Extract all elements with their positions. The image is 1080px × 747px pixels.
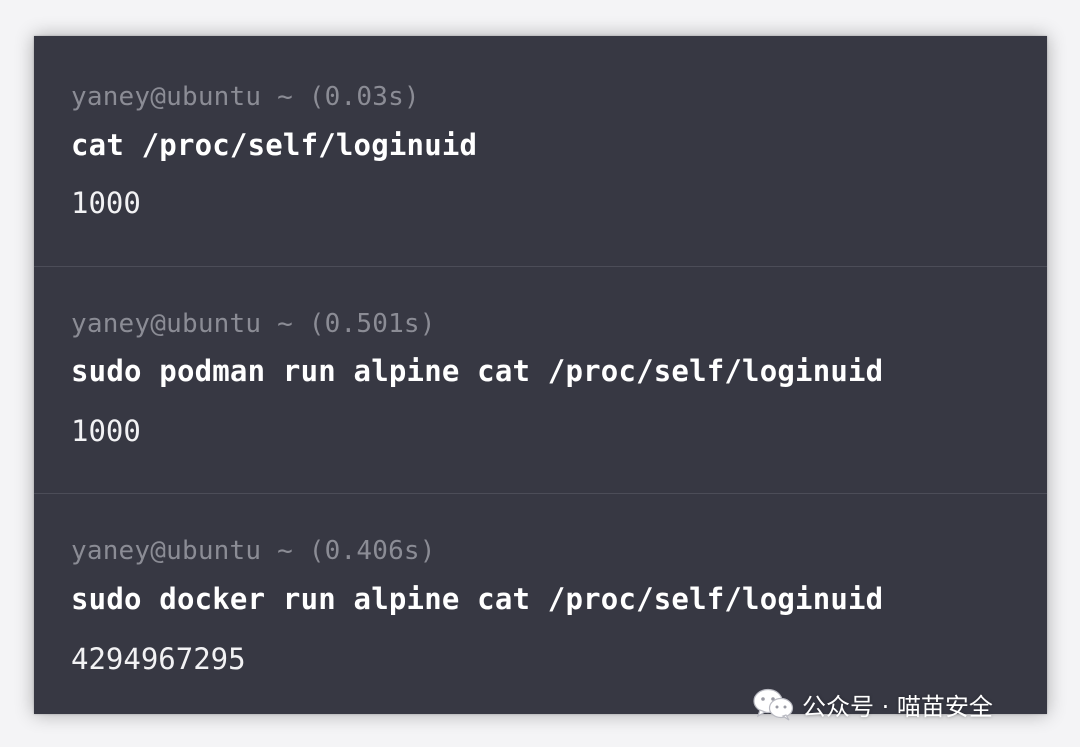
watermark-text: 公众号 · 喵苗安全 bbox=[802, 692, 993, 721]
terminal-block: yaney@ubuntu ~ (0.501s) sudo podman run … bbox=[34, 267, 1047, 494]
wechat-icon bbox=[752, 687, 794, 721]
prompt-line: yaney@ubuntu ~ (0.501s) bbox=[71, 309, 436, 339]
command-line: sudo docker run alpine cat /proc/self/lo… bbox=[71, 582, 884, 616]
command-output: 1000 bbox=[71, 186, 141, 220]
terminal-block: yaney@ubuntu ~ (0.406s) sudo docker run … bbox=[34, 494, 1047, 714]
prompt-line: yaney@ubuntu ~ (0.03s) bbox=[71, 82, 420, 112]
command-line: sudo podman run alpine cat /proc/self/lo… bbox=[71, 354, 884, 388]
watermark: 公众号 · 喵苗安全 bbox=[752, 684, 993, 724]
terminal-window: yaney@ubuntu ~ (0.03s) cat /proc/self/lo… bbox=[34, 36, 1047, 714]
prompt-line: yaney@ubuntu ~ (0.406s) bbox=[71, 536, 436, 566]
command-line: cat /proc/self/loginuid bbox=[71, 128, 478, 162]
command-output: 1000 bbox=[71, 414, 141, 448]
terminal-block: yaney@ubuntu ~ (0.03s) cat /proc/self/lo… bbox=[34, 36, 1047, 267]
command-output: 4294967295 bbox=[71, 642, 246, 676]
